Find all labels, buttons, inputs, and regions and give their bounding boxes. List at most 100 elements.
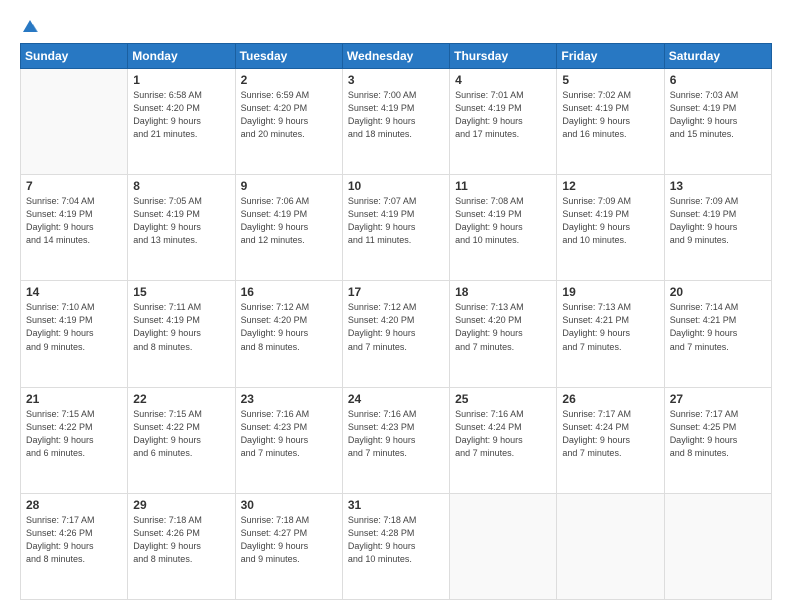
day-number: 14 bbox=[26, 285, 122, 299]
day-info: Sunrise: 7:02 AM Sunset: 4:19 PM Dayligh… bbox=[562, 89, 658, 141]
day-number: 8 bbox=[133, 179, 229, 193]
day-info: Sunrise: 7:13 AM Sunset: 4:21 PM Dayligh… bbox=[562, 301, 658, 353]
day-number: 5 bbox=[562, 73, 658, 87]
day-info: Sunrise: 7:06 AM Sunset: 4:19 PM Dayligh… bbox=[241, 195, 337, 247]
day-info: Sunrise: 7:09 AM Sunset: 4:19 PM Dayligh… bbox=[562, 195, 658, 247]
calendar-cell: 9 Sunrise: 7:06 AM Sunset: 4:19 PM Daylig… bbox=[235, 175, 342, 281]
calendar-cell: 4 Sunrise: 7:01 AM Sunset: 4:19 PM Daylig… bbox=[450, 69, 557, 175]
day-info: Sunrise: 7:13 AM Sunset: 4:20 PM Dayligh… bbox=[455, 301, 551, 353]
day-number: 31 bbox=[348, 498, 444, 512]
calendar-cell: 3Sunrise: 7:00 AM Sunset: 4:19 PM Daylig… bbox=[342, 69, 449, 175]
day-number: 7 bbox=[26, 179, 122, 193]
weekday-header: Friday bbox=[557, 44, 664, 69]
day-number: 30 bbox=[241, 498, 337, 512]
calendar-cell: 12 Sunrise: 7:09 AM Sunset: 4:19 PM Dayli… bbox=[557, 175, 664, 281]
calendar-cell: 17 Sunrise: 7:12 AM Sunset: 4:20 PM Dayli… bbox=[342, 281, 449, 387]
calendar-cell: 18 Sunrise: 7:13 AM Sunset: 4:20 PM Dayli… bbox=[450, 281, 557, 387]
day-number: 20 bbox=[670, 285, 766, 299]
day-number: 29 bbox=[133, 498, 229, 512]
day-number: 18 bbox=[455, 285, 551, 299]
day-info: Sunrise: 7:18 AM Sunset: 4:27 PM Dayligh… bbox=[241, 514, 337, 566]
day-info: Sunrise: 7:09 AM Sunset: 4:19 PM Dayligh… bbox=[670, 195, 766, 247]
weekday-header: Tuesday bbox=[235, 44, 342, 69]
day-info: Sunrise: 6:58 AM Sunset: 4:20 PM Dayligh… bbox=[133, 89, 229, 141]
day-info: Sunrise: 7:16 AM Sunset: 4:23 PM Dayligh… bbox=[348, 408, 444, 460]
calendar-cell: 6 Sunrise: 7:03 AM Sunset: 4:19 PM Daylig… bbox=[664, 69, 771, 175]
day-number: 16 bbox=[241, 285, 337, 299]
day-info: Sunrise: 7:11 AM Sunset: 4:19 PM Dayligh… bbox=[133, 301, 229, 353]
day-info: Sunrise: 7:04 AM Sunset: 4:19 PM Dayligh… bbox=[26, 195, 122, 247]
day-number: 9 bbox=[241, 179, 337, 193]
day-info: Sunrise: 7:17 AM Sunset: 4:25 PM Dayligh… bbox=[670, 408, 766, 460]
day-info: Sunrise: 7:15 AM Sunset: 4:22 PM Dayligh… bbox=[26, 408, 122, 460]
day-number: 12 bbox=[562, 179, 658, 193]
calendar-cell: 30 Sunrise: 7:18 AM Sunset: 4:27 PM Dayli… bbox=[235, 493, 342, 599]
day-number: 27 bbox=[670, 392, 766, 406]
day-info: Sunrise: 7:01 AM Sunset: 4:19 PM Dayligh… bbox=[455, 89, 551, 141]
calendar-cell: 29 Sunrise: 7:18 AM Sunset: 4:26 PM Dayli… bbox=[128, 493, 235, 599]
day-number: 21 bbox=[26, 392, 122, 406]
day-info: Sunrise: 7:05 AM Sunset: 4:19 PM Dayligh… bbox=[133, 195, 229, 247]
day-number: 19 bbox=[562, 285, 658, 299]
calendar-cell: 24 Sunrise: 7:16 AM Sunset: 4:23 PM Dayli… bbox=[342, 387, 449, 493]
day-number: 24 bbox=[348, 392, 444, 406]
day-number: 11 bbox=[455, 179, 551, 193]
calendar-cell: 23 Sunrise: 7:16 AM Sunset: 4:23 PM Dayli… bbox=[235, 387, 342, 493]
calendar-cell: 16 Sunrise: 7:12 AM Sunset: 4:20 PM Dayli… bbox=[235, 281, 342, 387]
day-number: 23 bbox=[241, 392, 337, 406]
day-info: Sunrise: 6:59 AM Sunset: 4:20 PM Dayligh… bbox=[241, 89, 337, 141]
calendar-cell bbox=[21, 69, 128, 175]
day-info: Sunrise: 7:15 AM Sunset: 4:22 PM Dayligh… bbox=[133, 408, 229, 460]
calendar-cell: 22 Sunrise: 7:15 AM Sunset: 4:22 PM Dayli… bbox=[128, 387, 235, 493]
calendar: SundayMondayTuesdayWednesdayThursdayFrid… bbox=[20, 43, 772, 600]
day-info: Sunrise: 7:14 AM Sunset: 4:21 PM Dayligh… bbox=[670, 301, 766, 353]
day-number: 6 bbox=[670, 73, 766, 87]
calendar-cell: 2Sunrise: 6:59 AM Sunset: 4:20 PM Daylig… bbox=[235, 69, 342, 175]
weekday-header: Thursday bbox=[450, 44, 557, 69]
day-info: Sunrise: 7:03 AM Sunset: 4:19 PM Dayligh… bbox=[670, 89, 766, 141]
calendar-cell bbox=[664, 493, 771, 599]
calendar-cell: 15 Sunrise: 7:11 AM Sunset: 4:19 PM Dayli… bbox=[128, 281, 235, 387]
day-info: Sunrise: 7:12 AM Sunset: 4:20 PM Dayligh… bbox=[241, 301, 337, 353]
day-number: 15 bbox=[133, 285, 229, 299]
calendar-cell: 28 Sunrise: 7:17 AM Sunset: 4:26 PM Dayli… bbox=[21, 493, 128, 599]
calendar-cell: 1 Sunrise: 6:58 AM Sunset: 4:20 PM Daylig… bbox=[128, 69, 235, 175]
calendar-cell: 11 Sunrise: 7:08 AM Sunset: 4:19 PM Dayli… bbox=[450, 175, 557, 281]
day-number: 13 bbox=[670, 179, 766, 193]
calendar-cell: 26 Sunrise: 7:17 AM Sunset: 4:24 PM Dayli… bbox=[557, 387, 664, 493]
calendar-cell: 10Sunrise: 7:07 AM Sunset: 4:19 PM Dayli… bbox=[342, 175, 449, 281]
day-number: 4 bbox=[455, 73, 551, 87]
day-info: Sunrise: 7:16 AM Sunset: 4:23 PM Dayligh… bbox=[241, 408, 337, 460]
day-number: 26 bbox=[562, 392, 658, 406]
calendar-cell: 8 Sunrise: 7:05 AM Sunset: 4:19 PM Daylig… bbox=[128, 175, 235, 281]
day-info: Sunrise: 7:10 AM Sunset: 4:19 PM Dayligh… bbox=[26, 301, 122, 353]
header bbox=[20, 18, 772, 33]
day-info: Sunrise: 7:08 AM Sunset: 4:19 PM Dayligh… bbox=[455, 195, 551, 247]
day-info: Sunrise: 7:07 AM Sunset: 4:19 PM Dayligh… bbox=[348, 195, 444, 247]
logo-icon bbox=[21, 18, 39, 36]
day-info: Sunrise: 7:16 AM Sunset: 4:24 PM Dayligh… bbox=[455, 408, 551, 460]
day-info: Sunrise: 7:18 AM Sunset: 4:28 PM Dayligh… bbox=[348, 514, 444, 566]
day-number: 3 bbox=[348, 73, 444, 87]
weekday-header: Sunday bbox=[21, 44, 128, 69]
calendar-cell: 19 Sunrise: 7:13 AM Sunset: 4:21 PM Dayli… bbox=[557, 281, 664, 387]
day-info: Sunrise: 7:17 AM Sunset: 4:26 PM Dayligh… bbox=[26, 514, 122, 566]
calendar-cell: 21 Sunrise: 7:15 AM Sunset: 4:22 PM Dayli… bbox=[21, 387, 128, 493]
calendar-cell: 14 Sunrise: 7:10 AM Sunset: 4:19 PM Dayli… bbox=[21, 281, 128, 387]
calendar-cell: 13 Sunrise: 7:09 AM Sunset: 4:19 PM Dayli… bbox=[664, 175, 771, 281]
day-info: Sunrise: 7:17 AM Sunset: 4:24 PM Dayligh… bbox=[562, 408, 658, 460]
calendar-cell bbox=[450, 493, 557, 599]
day-info: Sunrise: 7:12 AM Sunset: 4:20 PM Dayligh… bbox=[348, 301, 444, 353]
day-number: 28 bbox=[26, 498, 122, 512]
calendar-cell bbox=[557, 493, 664, 599]
page: SundayMondayTuesdayWednesdayThursdayFrid… bbox=[0, 0, 792, 612]
calendar-cell: 5 Sunrise: 7:02 AM Sunset: 4:19 PM Daylig… bbox=[557, 69, 664, 175]
day-number: 17 bbox=[348, 285, 444, 299]
day-number: 1 bbox=[133, 73, 229, 87]
day-info: Sunrise: 7:18 AM Sunset: 4:26 PM Dayligh… bbox=[133, 514, 229, 566]
weekday-header: Wednesday bbox=[342, 44, 449, 69]
calendar-cell: 7 Sunrise: 7:04 AM Sunset: 4:19 PM Daylig… bbox=[21, 175, 128, 281]
day-number: 25 bbox=[455, 392, 551, 406]
calendar-cell: 20 Sunrise: 7:14 AM Sunset: 4:21 PM Dayli… bbox=[664, 281, 771, 387]
day-number: 22 bbox=[133, 392, 229, 406]
